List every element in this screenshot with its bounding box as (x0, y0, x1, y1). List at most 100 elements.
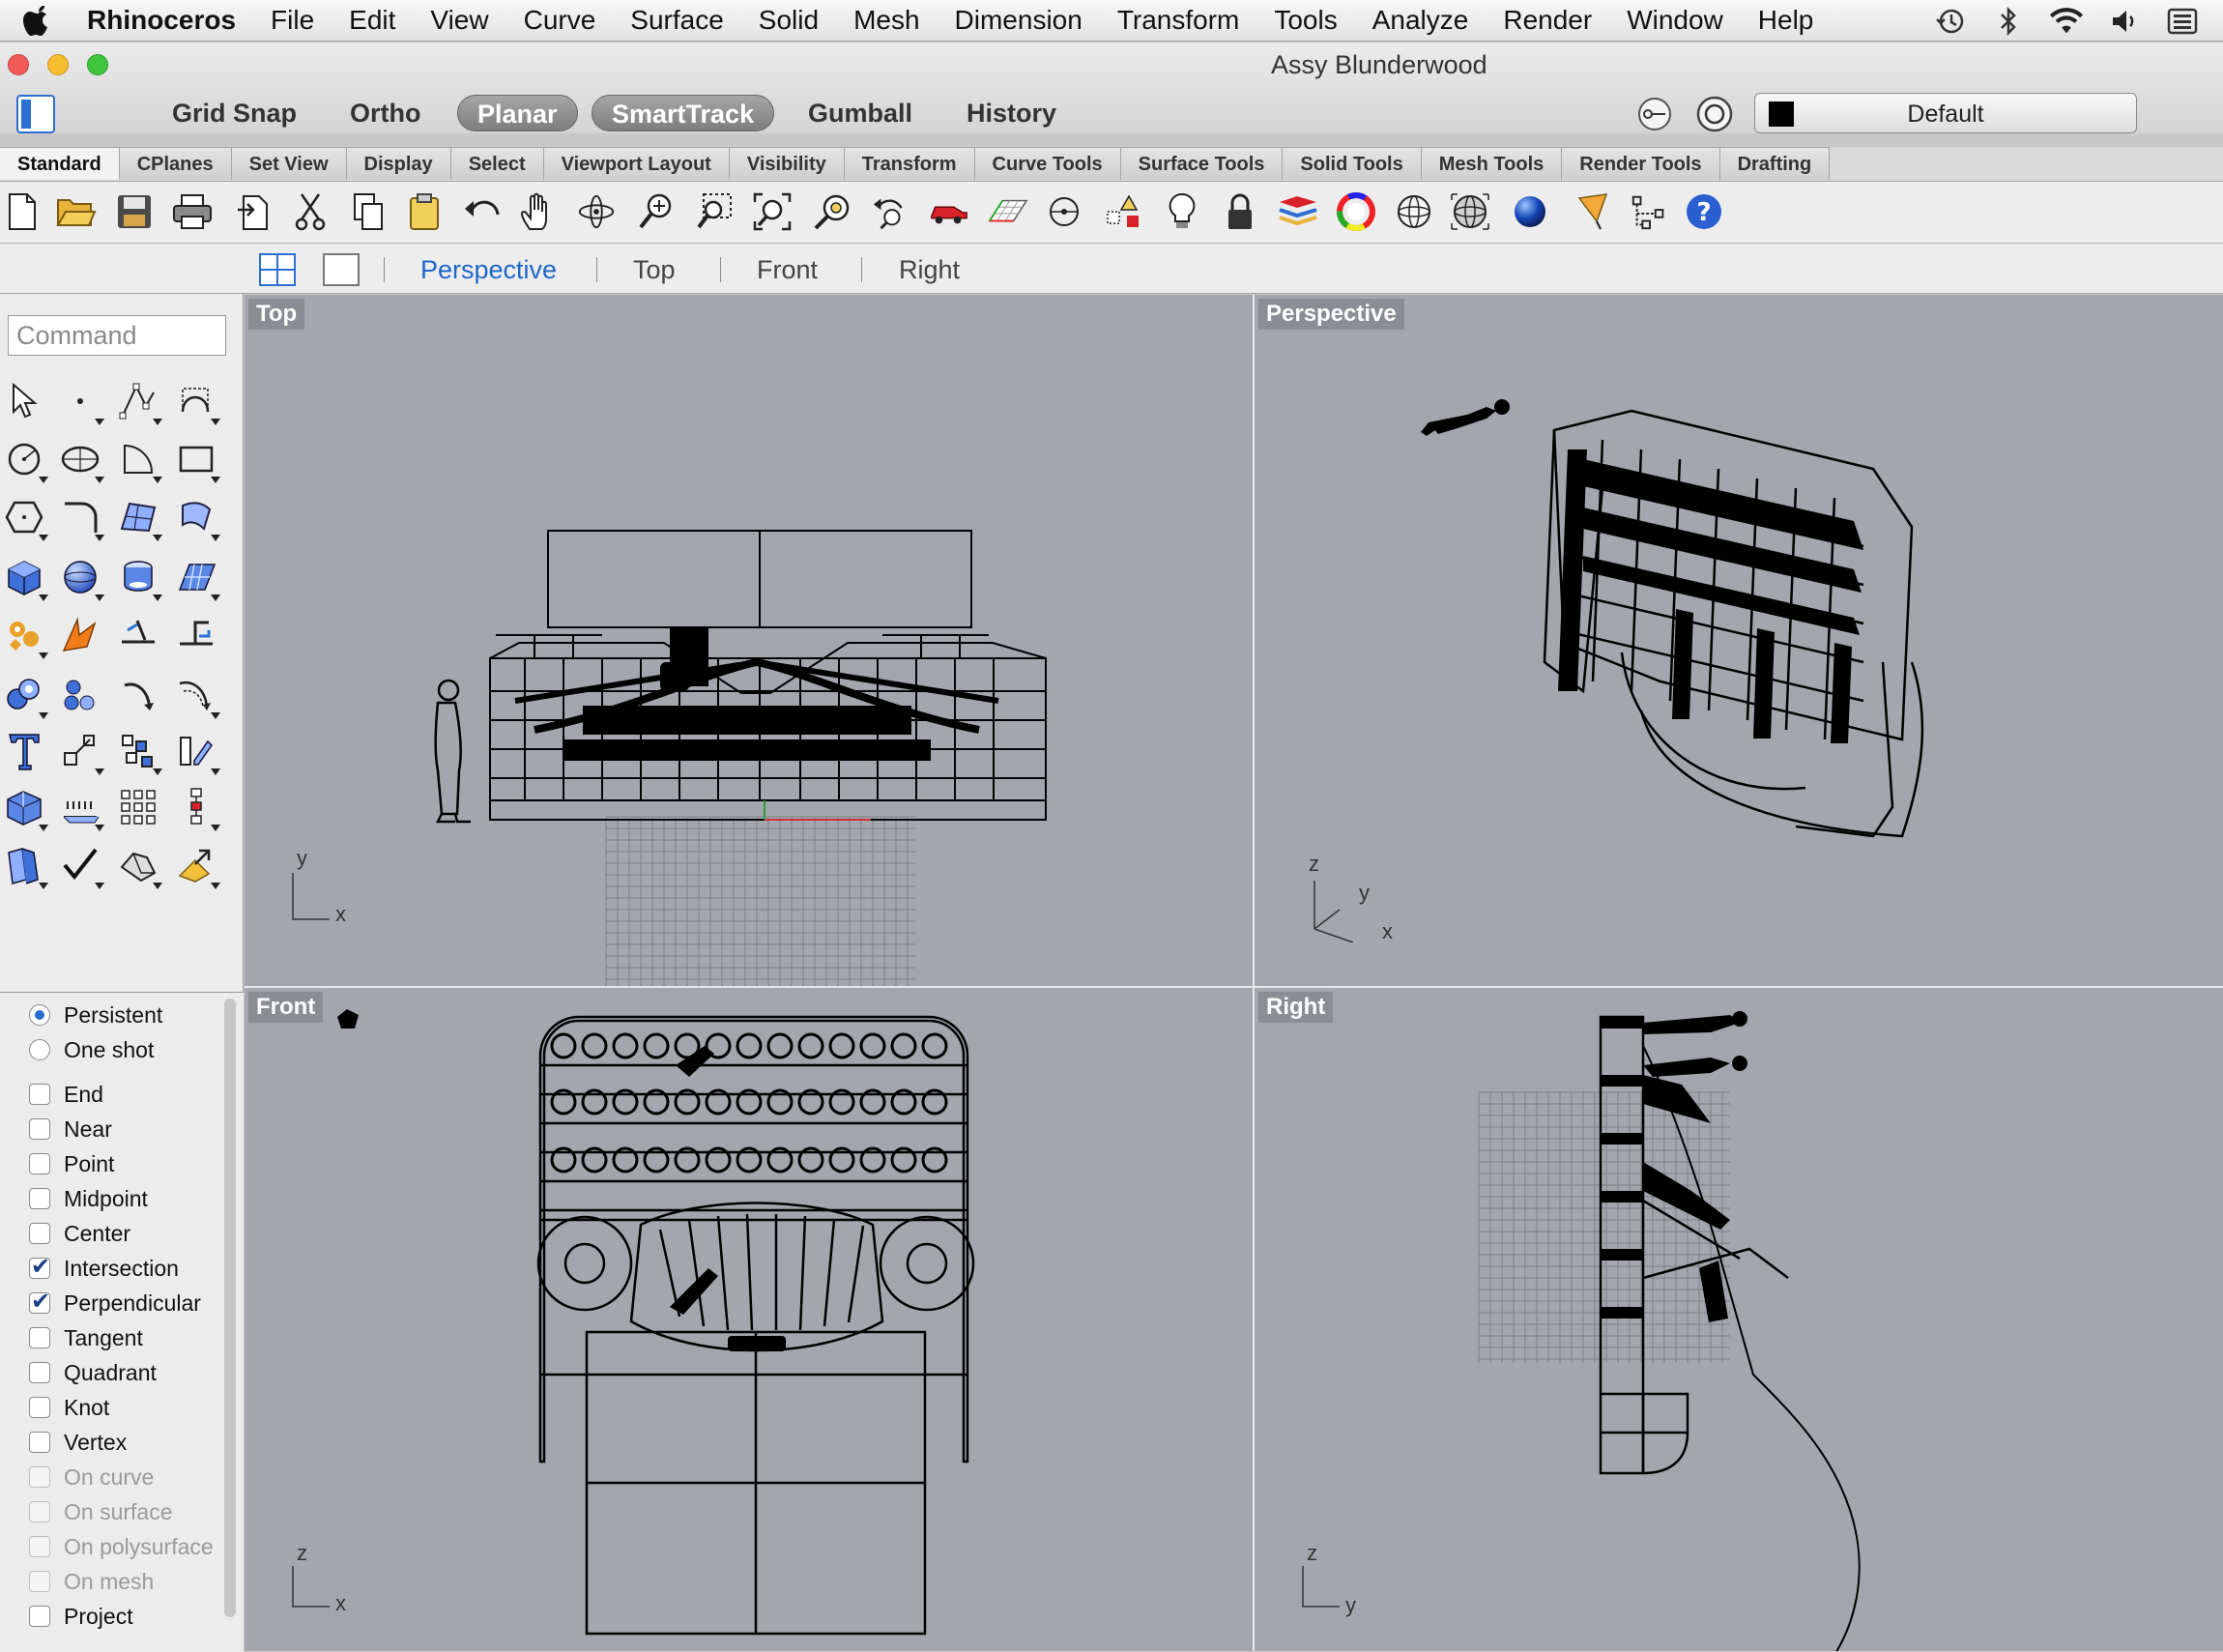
osnap-center-checkbox[interactable]: Center (29, 1219, 130, 1248)
osnap-lock-icon[interactable] (1635, 95, 1674, 133)
osnap-perpendicular-checkbox[interactable]: Perpendicular (29, 1288, 201, 1318)
mesh-dimension-icon[interactable] (58, 785, 104, 831)
menu-transform[interactable]: Transform (1117, 5, 1240, 36)
wifi-icon[interactable] (2049, 4, 2084, 39)
object-properties-icon[interactable] (1104, 191, 1144, 232)
osnap-end-checkbox[interactable]: End (29, 1080, 103, 1109)
menu-render[interactable]: Render (1503, 5, 1592, 36)
tab-display[interactable]: Display (346, 147, 451, 180)
lock-icon[interactable] (1220, 191, 1260, 232)
menu-tools[interactable]: Tools (1274, 5, 1337, 36)
command-input[interactable] (8, 315, 226, 356)
viewport-tab-front[interactable]: Front (757, 255, 818, 285)
circle-tool-icon[interactable] (2, 437, 48, 483)
display-menu-icon[interactable] (2165, 4, 2200, 39)
menu-help[interactable]: Help (1758, 5, 1814, 36)
explode-icon[interactable] (58, 613, 102, 657)
box-solid-icon[interactable] (2, 555, 48, 601)
pan-hand-icon[interactable] (518, 191, 559, 232)
new-file-icon[interactable] (2, 191, 43, 232)
osnap-near-checkbox[interactable]: Near (29, 1115, 112, 1144)
open-file-icon[interactable] (56, 191, 97, 232)
help-icon[interactable]: ? (1684, 191, 1724, 232)
menu-analyze[interactable]: Analyze (1372, 5, 1469, 36)
light-probe-icon[interactable] (1573, 191, 1614, 232)
menu-surface[interactable]: Surface (630, 5, 724, 36)
viewport-tab-right[interactable]: Right (899, 255, 960, 285)
history-toggle[interactable]: History (947, 95, 1076, 131)
array-linear-icon[interactable] (174, 785, 220, 831)
grid-cplane-icon[interactable] (988, 191, 1028, 232)
menu-view[interactable]: View (430, 5, 488, 36)
menu-edit[interactable]: Edit (349, 5, 395, 36)
point-tool-icon[interactable] (58, 379, 104, 425)
smarttrack-toggle[interactable]: SmartTrack (592, 95, 775, 131)
perspective-viewport[interactable]: Perspective z y x (1255, 295, 2223, 986)
print-icon[interactable] (172, 191, 213, 232)
planar-toggle[interactable]: Planar (457, 95, 578, 131)
osnap-project-checkbox[interactable]: Project (29, 1602, 133, 1631)
shaded-sphere-icon[interactable] (1450, 191, 1490, 232)
apple-menu-icon[interactable] (19, 2, 56, 39)
surface-from-points-icon[interactable] (116, 495, 162, 541)
volume-icon[interactable] (2107, 4, 2142, 39)
array-tool-icon[interactable] (116, 729, 162, 775)
rotate-3d-icon[interactable] (174, 673, 220, 719)
tab-mesh-tools[interactable]: Mesh Tools (1421, 147, 1563, 180)
tab-drafting[interactable]: Drafting (1719, 147, 1831, 180)
color-wheel-icon[interactable] (1336, 191, 1376, 232)
rendered-sphere-icon[interactable] (1510, 191, 1550, 232)
tab-standard[interactable]: Standard (0, 147, 120, 180)
polygon-tool-icon[interactable] (2, 495, 48, 541)
tab-render-tools[interactable]: Render Tools (1562, 147, 1720, 180)
tab-visibility[interactable]: Visibility (729, 147, 845, 180)
menu-app-rhinoceros[interactable]: Rhinoceros (87, 5, 236, 36)
sidebar-toggle-icon[interactable] (16, 95, 55, 133)
menu-dimension[interactable]: Dimension (955, 5, 1083, 36)
tab-set-view[interactable]: Set View (231, 147, 347, 180)
menu-mesh[interactable]: Mesh (853, 5, 919, 36)
sphere-solid-icon[interactable] (58, 555, 104, 601)
tab-surface-tools[interactable]: Surface Tools (1120, 147, 1284, 180)
gumball-toggle[interactable]: Gumball (789, 95, 932, 131)
osnap-vertex-checkbox[interactable]: Vertex (29, 1428, 127, 1457)
layer-stack-icon[interactable] (1278, 191, 1318, 232)
tab-solid-tools[interactable]: Solid Tools (1283, 147, 1422, 180)
curve-control-points-icon[interactable] (174, 379, 220, 425)
osnap-persistent-radio[interactable]: Persistent (29, 1000, 162, 1029)
save-icon[interactable] (114, 191, 155, 232)
edit-curve-icon[interactable] (174, 729, 220, 775)
select-arrow-icon[interactable] (2, 379, 46, 423)
time-machine-icon[interactable] (1933, 4, 1968, 39)
menu-solid[interactable]: Solid (759, 5, 819, 36)
paste-icon[interactable] (404, 191, 445, 232)
point-osnap-icon[interactable] (1046, 191, 1086, 232)
wireframe-sphere-icon[interactable] (1394, 191, 1434, 232)
record-target-icon[interactable] (1695, 95, 1734, 133)
fillet-curves-icon[interactable] (58, 495, 104, 541)
osnap-one-shot-radio[interactable]: One shot (29, 1035, 154, 1064)
zoom-window-icon[interactable] (694, 191, 735, 232)
osnap-point-checkbox[interactable]: Point (29, 1149, 114, 1178)
osnap-intersection-checkbox[interactable]: Intersection (29, 1253, 179, 1283)
analyze-surface-icon[interactable] (2, 843, 48, 889)
bluetooth-icon[interactable] (1991, 4, 2026, 39)
split-icon[interactable] (174, 613, 218, 657)
rotate-view-icon[interactable] (576, 191, 617, 232)
front-viewport[interactable]: Front z x (245, 988, 1253, 1651)
trim-icon[interactable] (116, 613, 160, 657)
scale-tool-icon[interactable] (58, 729, 104, 775)
undo-view-icon[interactable] (870, 191, 910, 232)
boolean-union-icon[interactable] (2, 613, 48, 659)
tab-transform[interactable]: Transform (844, 147, 975, 180)
four-viewport-layout-icon[interactable] (259, 253, 296, 286)
osnap-tangent-checkbox[interactable]: Tangent (29, 1323, 143, 1352)
properties-box-icon[interactable] (116, 843, 162, 889)
tab-cplanes[interactable]: CPlanes (119, 147, 232, 180)
import-icon[interactable] (234, 191, 274, 232)
extrude-curve-icon[interactable] (174, 495, 220, 541)
single-viewport-layout-icon[interactable] (323, 253, 360, 286)
rotate-tool-icon[interactable] (116, 673, 160, 717)
named-views-car-icon[interactable] (928, 191, 968, 232)
menu-curve[interactable]: Curve (524, 5, 596, 36)
